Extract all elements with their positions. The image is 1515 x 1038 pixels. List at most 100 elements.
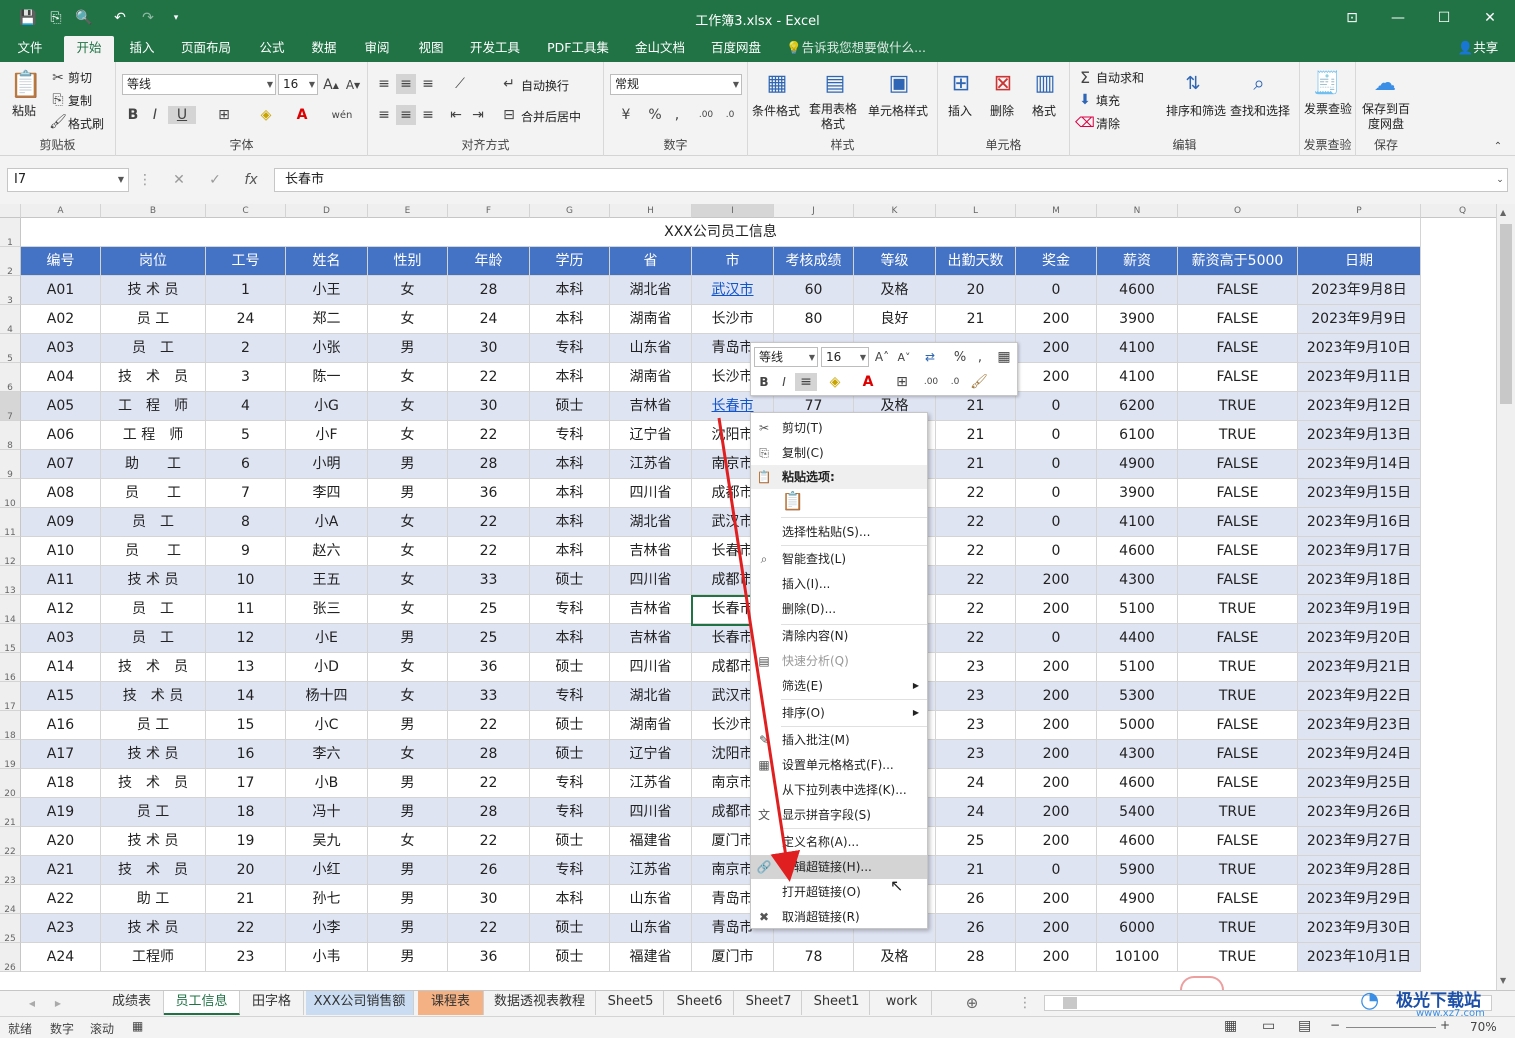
minimize-button[interactable]: — [1382,6,1414,30]
cancel-icon[interactable]: ✕ [170,172,188,188]
table-cell[interactable]: FALSE [1178,508,1298,537]
table-cell[interactable]: 男 [368,479,448,508]
zoom-out-icon[interactable]: − [1330,1018,1340,1032]
cell-styles-button[interactable]: 单元格样式 [868,102,928,119]
column-header[interactable]: C [206,204,286,218]
table-cell[interactable]: 江苏省 [610,450,692,479]
row-header[interactable]: 10 [0,479,21,509]
table-cell[interactable]: 男 [368,943,448,972]
table-cell[interactable]: 22 [448,537,530,566]
grow-font-icon[interactable]: A˄ [873,348,891,366]
align-right-icon[interactable]: ≡ [418,105,438,125]
table-cell[interactable]: 专科 [530,856,610,885]
align-bottom-icon[interactable]: ≡ [418,74,438,94]
table-cell[interactable]: 2023年9月18日 [1298,566,1421,595]
table-cell[interactable]: 2023年9月21日 [1298,653,1421,682]
table-cell[interactable]: 6000 [1097,914,1178,943]
column-title[interactable]: 出勤天数 [936,247,1016,276]
grow-font-icon[interactable]: A ▲ [322,76,340,94]
column-header[interactable]: G [530,204,610,218]
table-cell[interactable]: 30 [448,392,530,421]
table-cell[interactable]: 80 [774,305,854,334]
table-cell[interactable]: 小王 [286,276,368,305]
row-header[interactable]: 3 [0,276,21,306]
table-cell[interactable]: 4900 [1097,885,1178,914]
table-cell[interactable]: 2023年9月14日 [1298,450,1421,479]
table-cell[interactable]: FALSE [1178,566,1298,595]
table-cell[interactable]: 0 [1016,537,1097,566]
conditional-format-icon[interactable]: ▦ [762,68,792,98]
table-cell[interactable]: 技 术 员 [101,363,206,392]
menu-item[interactable]: ▦ 设置单元格格式(F)... [751,753,927,777]
table-cell[interactable]: 21 [936,421,1016,450]
table-cell[interactable]: 及格 [854,276,936,305]
column-header[interactable]: L [936,204,1016,218]
column-header[interactable]: J [774,204,854,218]
column-header[interactable]: Q [1421,204,1496,218]
table-cell[interactable]: 60 [774,276,854,305]
underline-button[interactable]: U [168,106,196,124]
table-cell[interactable]: 小张 [286,334,368,363]
currency-icon[interactable]: ¥ [612,106,640,124]
table-cell[interactable]: 33 [448,566,530,595]
table-cell[interactable]: 200 [1016,305,1097,334]
table-cell[interactable]: 22 [936,508,1016,537]
sheet-tab[interactable]: Sheet7 [736,991,802,1015]
table-cell[interactable]: 200 [1016,740,1097,769]
table-cell[interactable]: 2023年9月28日 [1298,856,1421,885]
table-cell[interactable]: 男 [368,624,448,653]
table-cell[interactable]: 女 [368,537,448,566]
menu-item[interactable]: 定义名称(A)... [751,830,927,854]
table-cell[interactable]: 5900 [1097,856,1178,885]
ribbon-display-icon[interactable]: ⊡ [1336,6,1368,30]
table-cell[interactable]: 200 [1016,885,1097,914]
table-cell[interactable]: TRUE [1178,943,1298,972]
table-cell[interactable]: 2023年9月16日 [1298,508,1421,537]
table-cell[interactable]: 28 [936,943,1016,972]
table-cell[interactable]: 12 [206,624,286,653]
table-cell[interactable]: 专科 [530,421,610,450]
table-cell[interactable]: 36 [448,653,530,682]
column-header[interactable]: F [448,204,530,218]
table-cell[interactable]: 22 [448,711,530,740]
table-cell[interactable]: A04 [21,363,101,392]
table-cell[interactable]: 吉林省 [610,537,692,566]
menu-item[interactable]: ✎ 插入批注(M) [751,728,927,752]
table-cell[interactable]: A07 [21,450,101,479]
table-cell[interactable]: TRUE [1178,798,1298,827]
table-cell[interactable]: 22 [448,508,530,537]
mini-font-combo[interactable]: 等线 ▼ [754,347,818,367]
tab-home[interactable]: 开始 [64,36,114,62]
column-title[interactable]: 学历 [530,247,610,276]
share-button[interactable]: 👤共享 [1450,36,1506,62]
table-cell[interactable]: 女 [368,740,448,769]
table-cell[interactable]: 小D [286,653,368,682]
table-cell[interactable]: A21 [21,856,101,885]
delete-cells-icon[interactable]: ⊠ [988,68,1018,98]
table-cell[interactable]: 武汉市 [692,276,774,305]
table-cell[interactable]: 男 [368,711,448,740]
table-cell[interactable]: 200 [1016,769,1097,798]
table-cell[interactable]: 0 [1016,856,1097,885]
table-cell[interactable]: 36 [448,943,530,972]
align-center-icon[interactable]: ≡ [396,105,416,125]
column-title[interactable]: 市 [692,247,774,276]
tab-developer[interactable]: 开发工具 [463,36,527,62]
table-cell[interactable]: 专科 [530,682,610,711]
table-cell[interactable]: FALSE [1178,885,1298,914]
sort-filter-icon[interactable]: ⇅ [1178,68,1208,98]
row-header[interactable]: 8 [0,421,21,451]
collapse-ribbon-icon[interactable]: ⌃ [1490,138,1506,154]
row-header[interactable]: 24 [0,885,21,915]
table-cell[interactable]: 吉林省 [610,595,692,624]
wrap-text-button[interactable]: 自动换行 [521,77,569,94]
menu-item[interactable]: 排序(O) ▶ [751,701,927,725]
table-cell[interactable]: 4100 [1097,334,1178,363]
table-cell[interactable]: FALSE [1178,624,1298,653]
row-header[interactable]: 6 [0,363,21,393]
macro-record-icon[interactable]: ▦ [132,1019,143,1033]
normal-view-icon[interactable]: ▦ [1224,1018,1237,1034]
table-cell[interactable]: A14 [21,653,101,682]
tab-review[interactable]: 审阅 [355,36,399,62]
table-cell[interactable]: 技 术 员 [101,827,206,856]
